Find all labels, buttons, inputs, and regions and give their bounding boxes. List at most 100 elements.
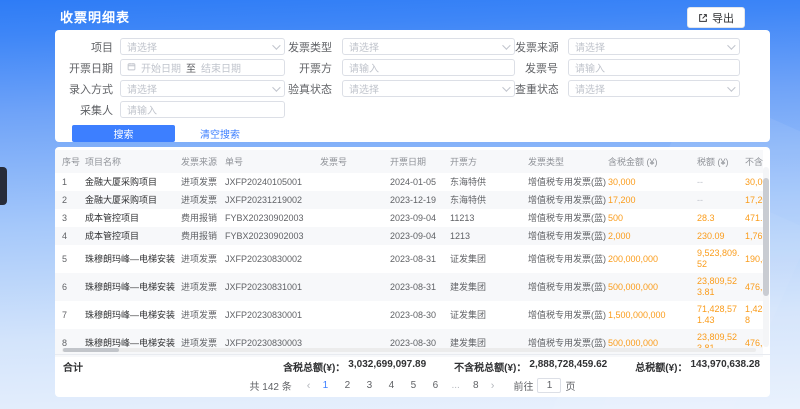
entry-method-select[interactable]: 请选择: [120, 80, 285, 97]
column-header-source: 发票来源: [181, 150, 225, 173]
cell-tax: 9,523,809.52: [697, 245, 745, 273]
search-button[interactable]: 搜索: [72, 125, 175, 142]
vertical-scrollbar-thumb[interactable]: [763, 178, 769, 296]
cell-tax: --: [697, 192, 745, 209]
table-panel: 序号项目名称发票来源单号发票号开票日期开票方发票类型含税金额 (¥)税额 (¥)…: [55, 147, 770, 397]
cell-source: 进项发票: [181, 279, 225, 296]
cell-issuer: 东海特供: [450, 174, 528, 191]
chevron-down-icon: [272, 83, 280, 91]
filter-actions: 搜索 清空搜索: [60, 125, 770, 142]
table-row: 7珠穆朗玛峰—电梯安装进项发票JXFP202308300012023-08-30…: [55, 301, 763, 329]
export-icon: [698, 13, 708, 23]
cell-order_no: FYBX20230902003: [225, 210, 320, 227]
issuer-label: 开票方: [285, 60, 332, 76]
summary-with-tax-label: 含税总额(¥)：: [283, 359, 345, 374]
page-number-list: 123456...8: [319, 380, 481, 391]
summary-without-tax-value: 2,888,728,459.62: [529, 359, 607, 374]
column-header-amount: 含税金额 (¥): [608, 150, 697, 173]
page-number-1[interactable]: 1: [319, 380, 331, 391]
page-number-2[interactable]: 2: [341, 380, 353, 391]
table-row: 8珠穆朗玛峰—电梯安装进项发票JXFP202308300032023-08-30…: [55, 329, 763, 357]
verify-status-select[interactable]: 请选择: [342, 80, 515, 97]
prev-page-button[interactable]: ‹: [305, 380, 313, 392]
cell-invoice_no: [320, 312, 390, 318]
cell-project: 珠穆朗玛峰—电梯安装: [85, 307, 181, 324]
page-number-8[interactable]: 8: [470, 380, 482, 391]
summary-label: 合计: [63, 359, 83, 374]
verify-status-placeholder: 请选择: [349, 81, 502, 96]
filter-row-4: 采集人 请输入: [60, 99, 770, 120]
vertical-scrollbar[interactable]: [763, 167, 769, 347]
table-row: 5珠穆朗玛峰—电梯安装进项发票JXFP202308300022023-08-31…: [55, 245, 763, 273]
column-header-date: 开票日期: [390, 150, 450, 173]
summary-row: 合计 含税总额(¥)： 3,032,699,097.89 不含税总额(¥)： 2…: [55, 354, 770, 377]
cell-project: 金融大厦采购项目: [85, 174, 181, 191]
column-header-order_no: 单号: [225, 150, 320, 173]
cell-issuer: 建发集团: [450, 279, 528, 296]
cell-issuer: 东海特供: [450, 192, 528, 209]
chevron-down-icon: [502, 41, 510, 49]
page-number-5[interactable]: 5: [407, 380, 419, 391]
page-number-6[interactable]: 6: [429, 380, 441, 391]
dup-status-select[interactable]: 请选择: [568, 80, 740, 97]
goto-unit: 页: [565, 378, 575, 393]
goto-page-input[interactable]: [537, 378, 561, 393]
table-scroll-area: 序号项目名称发票来源单号发票号开票日期开票方发票类型含税金额 (¥)税额 (¥)…: [55, 150, 763, 357]
drawer-handle[interactable]: [0, 167, 7, 205]
column-header-net: 不含税金额 (¥): [745, 150, 763, 173]
chevron-down-icon: [502, 83, 510, 91]
invoice-source-placeholder: 请选择: [575, 39, 727, 54]
cell-date: 2023-09-04: [390, 210, 450, 227]
page-number-3[interactable]: 3: [363, 380, 375, 391]
cell-order_no: JXFP20230830001: [225, 307, 320, 324]
cell-no: 1: [62, 174, 85, 191]
cell-invoice_no: [320, 179, 390, 185]
cell-amount: 30,000: [608, 174, 697, 191]
horizontal-scrollbar[interactable]: [62, 348, 756, 352]
cell-amount: 200,000,000: [608, 251, 697, 268]
column-header-invoice_no: 发票号: [320, 150, 390, 173]
collector-input[interactable]: 请输入: [120, 101, 285, 118]
cell-type: 增值税专用发票(蓝): [528, 251, 608, 268]
cell-date: 2023-12-19: [390, 192, 450, 209]
table-body: 1金融大厦采购项目进项发票JXFP202401050012024-01-05东海…: [55, 173, 763, 357]
dup-status-label: 查重状态: [515, 81, 558, 97]
next-page-button[interactable]: ›: [489, 380, 497, 392]
horizontal-scrollbar-thumb[interactable]: [63, 348, 119, 352]
filter-row-2: 开票日期 开始日期 至 结束日期 开票方 请输入 发票号 请输入: [60, 57, 770, 78]
table-row: 6珠穆朗玛峰—电梯安装进项发票JXFP202308310012023-08-31…: [55, 273, 763, 301]
page-number-4[interactable]: 4: [385, 380, 397, 391]
cell-invoice_no: [320, 197, 390, 203]
invoice-type-select[interactable]: 请选择: [342, 38, 515, 55]
pagination-total: 共 142 条: [250, 378, 292, 393]
cell-no: 3: [62, 210, 85, 227]
invoice-no-input[interactable]: 请输入: [568, 59, 740, 76]
column-header-no: 序号: [62, 150, 85, 173]
export-button[interactable]: 导出: [687, 7, 745, 28]
cell-net: 476,190,476: [745, 279, 763, 296]
cell-invoice_no: [320, 233, 390, 239]
invoice-no-placeholder: 请输入: [575, 60, 733, 75]
entry-method-label: 录入方式: [60, 81, 113, 97]
cell-order_no: JXFP20231219002: [225, 192, 320, 209]
cell-order_no: JXFP20230831001: [225, 279, 320, 296]
project-select[interactable]: 请选择: [120, 38, 285, 55]
entry-method-placeholder: 请选择: [127, 81, 272, 96]
project-label: 项目: [60, 39, 113, 55]
clear-search-link[interactable]: 清空搜索: [200, 126, 240, 141]
invoice-no-label: 发票号: [515, 60, 558, 76]
invoice-source-select[interactable]: 请选择: [568, 38, 740, 55]
cell-type: 增值税专用发票(蓝): [528, 228, 608, 245]
end-date-placeholder: 结束日期: [201, 60, 241, 75]
cell-source: 进项发票: [181, 174, 225, 191]
cell-amount: 2,000: [608, 228, 697, 245]
invoice-date-range-picker[interactable]: 开始日期 至 结束日期: [120, 59, 285, 76]
cell-amount: 500: [608, 210, 697, 227]
cell-order_no: JXFP20240105001: [225, 174, 320, 191]
issuer-input[interactable]: 请输入: [342, 59, 515, 76]
summary-with-tax: 含税总额(¥)： 3,032,699,097.89: [283, 359, 426, 374]
cell-date: 2024-01-05: [390, 174, 450, 191]
cell-invoice_no: [320, 284, 390, 290]
cell-source: 进项发票: [181, 251, 225, 268]
calendar-icon: [127, 62, 136, 74]
